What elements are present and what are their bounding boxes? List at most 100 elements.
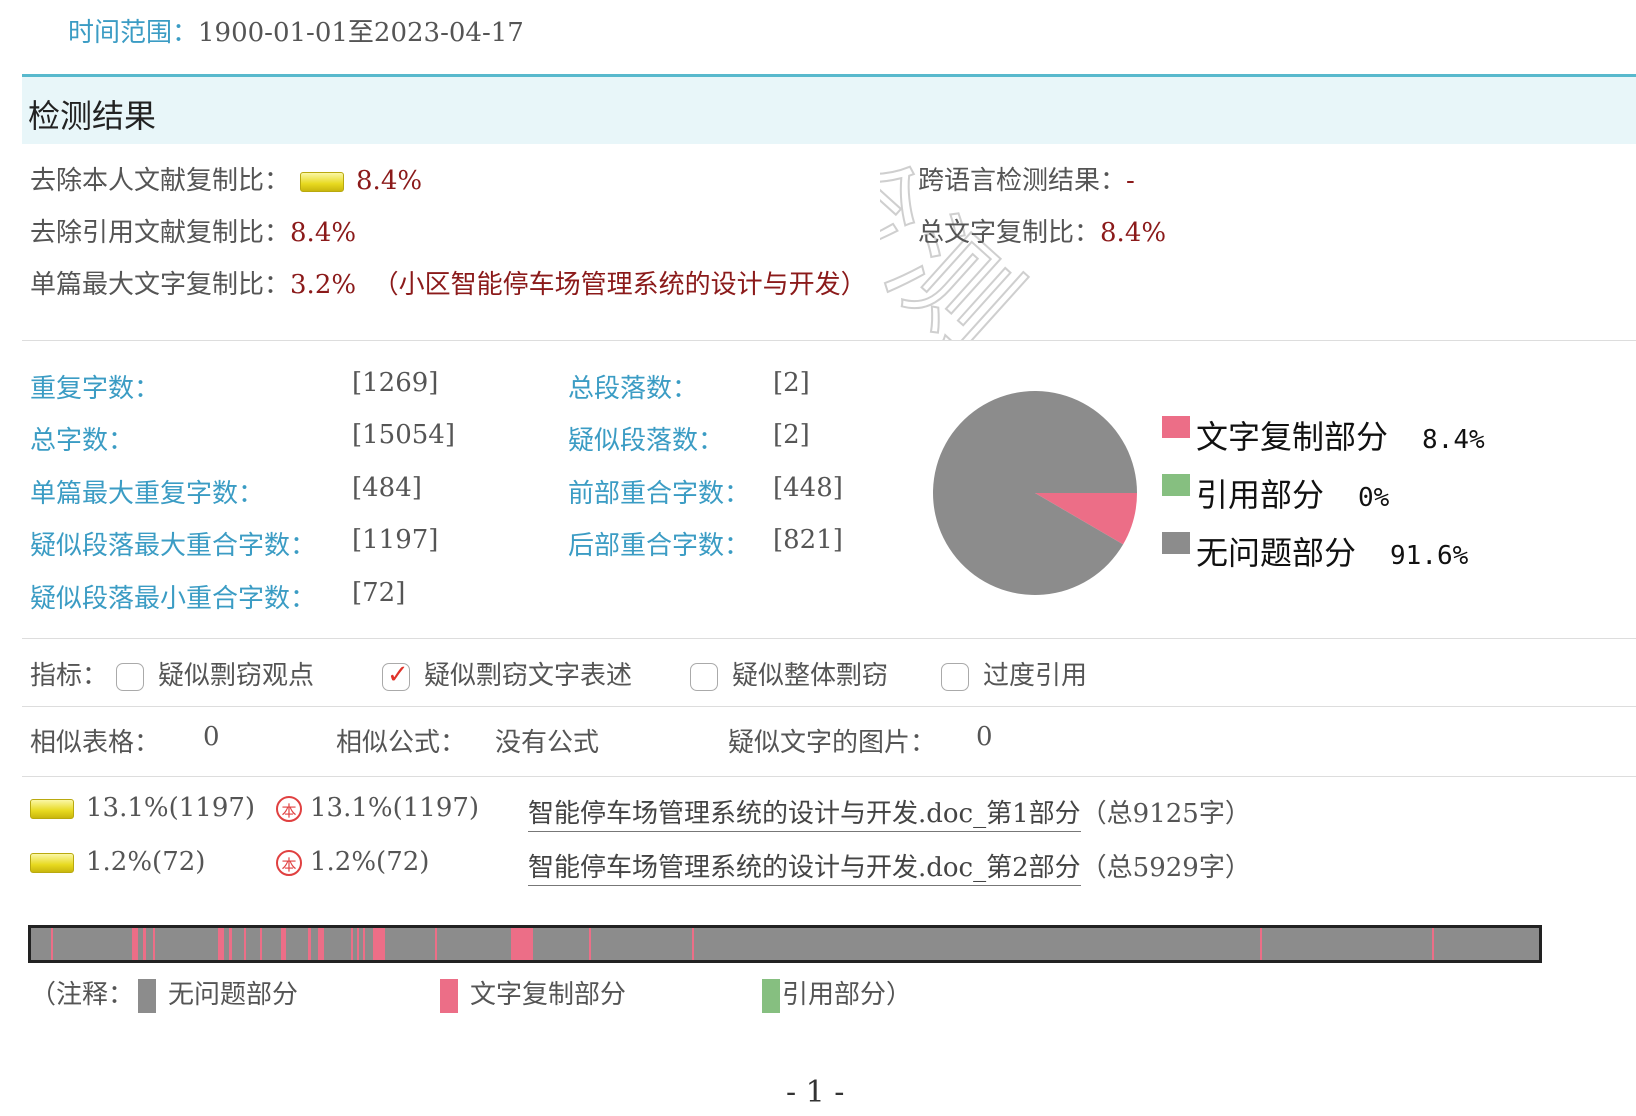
copy-segment [260, 928, 263, 960]
legend-swatch-none-icon [138, 979, 157, 1013]
legend-swatch-ref [1162, 474, 1190, 496]
indicator-overcite-label: 过度引用 [983, 661, 1088, 691]
indicator-viewpoint[interactable]: 疑似剽窃观点 [116, 655, 314, 692]
indicator-whole-label: 疑似整体剽窃 [732, 661, 889, 691]
front-overlap-label: 前部重合字数： [568, 479, 751, 509]
similar-images-value: 0 [976, 722, 993, 752]
checkbox-whole[interactable] [690, 663, 718, 691]
total-chars-label: 总字数： [30, 426, 135, 456]
legend-swatch-copy [1162, 416, 1190, 438]
para-max-overlap-value: [1197] [352, 525, 439, 555]
results-header: 检测结果 [22, 74, 1636, 144]
doc-row-1-ratio2: 本 13.1%(1197) [276, 793, 479, 823]
indicators-row: 指标： [30, 655, 108, 692]
copy-segment [243, 928, 246, 960]
copy-segment [217, 928, 225, 960]
copy-segment [142, 928, 146, 960]
indicator-viewpoint-label: 疑似剽窃观点 [158, 661, 315, 691]
copy-segment [308, 928, 311, 960]
para-min-overlap-value: [72] [352, 578, 406, 608]
susp-paras-value: [2] [773, 420, 810, 450]
single-max-value: 3.2% [290, 270, 357, 300]
doc-2-link[interactable]: 智能停车场管理系统的设计与开发.doc_第2部分 [528, 853, 1081, 886]
ref-removed-label: 去除引用文献复制比： [30, 218, 291, 248]
pie-legend-copy: 文字复制部分 8.4% [1162, 412, 1485, 458]
legend-copy-label: 文字复制部分 [470, 980, 627, 1010]
pie-legend-ref-label: 引用部分 [1196, 476, 1325, 514]
similar-formulas-value: 没有公式 [495, 728, 600, 758]
single-max-row: 单篇最大文字复制比：3.2% （小区智能停车场管理系统的设计与开发） [30, 264, 867, 301]
doc-row-1-title: 智能停车场管理系统的设计与开发.doc_第1部分（总9125字） [528, 793, 1251, 832]
back-overlap-label: 后部重合字数： [568, 531, 751, 561]
pie-legend-ref: 引用部分 0% [1162, 470, 1389, 516]
legend-prefix: （注释： [30, 980, 135, 1010]
front-overlap-value: [448] [773, 473, 843, 503]
single-max-source: （小区智能停车场管理系统的设计与开发） [372, 270, 867, 300]
total-paras-value: [2] [773, 368, 810, 398]
susp-paras-label: 疑似段落数： [568, 426, 725, 456]
yellow-bar-icon [30, 799, 74, 819]
self-removed-value: 8.4% [356, 166, 423, 196]
time-range: 时间范围：1900-01-01至2023-04-17 [68, 12, 524, 49]
doc-1-total: （总9125字） [1080, 799, 1251, 829]
single-max-dup-value: [484] [352, 473, 422, 503]
checkbox-text-expression[interactable]: ✓ [382, 660, 410, 691]
indicator-text-expression[interactable]: ✓ 疑似剽窃文字表述 [382, 655, 632, 692]
doc-2-total: （总5929字） [1080, 853, 1251, 883]
total-chars-value: [15054] [352, 420, 455, 450]
ref-removed-value: 8.4% [290, 218, 357, 248]
copy-segment [510, 928, 534, 960]
dup-chars-value: [1269] [352, 368, 439, 398]
yellow-bar-icon [300, 172, 345, 192]
copy-segment [379, 928, 386, 960]
legend-note-copy: 文字复制部分 [430, 974, 626, 1013]
similar-images-label: 疑似文字的图片： [728, 728, 937, 758]
indicator-overcite[interactable]: 过度引用 [941, 655, 1087, 692]
segment-bar [28, 925, 1542, 963]
copy-segment [691, 928, 694, 960]
cross-lang-label: 跨语言检测结果： [918, 166, 1127, 196]
ref-removed-row: 去除引用文献复制比：8.4% [30, 212, 356, 249]
total-paras-label: 总段落数： [568, 374, 699, 404]
checkbox-viewpoint[interactable] [116, 663, 144, 691]
total-copy-row: 总文字复制比：8.4% [918, 212, 1166, 249]
doc-row-2: 1.2%(72) [30, 847, 205, 877]
stamp-icon: 本 [276, 796, 302, 822]
single-max-label: 单篇最大文字复制比： [30, 270, 291, 300]
pie-legend-copy-pct: 8.4% [1422, 425, 1485, 455]
time-range-label: 时间范围： [68, 18, 199, 48]
similar-formulas-label: 相似公式： [336, 728, 467, 758]
total-copy-label: 总文字复制比： [918, 218, 1101, 248]
indicators-label: 指标： [30, 661, 109, 691]
copy-segment [317, 928, 325, 960]
copy-segment [588, 928, 592, 960]
doc-2-ratio2: 1.2%(72) [310, 847, 430, 877]
divider [22, 638, 1636, 639]
results-title: 检测结果 [28, 97, 157, 135]
doc-row-2-title: 智能停车场管理系统的设计与开发.doc_第2部分（总5929字） [528, 847, 1251, 886]
para-min-overlap-label: 疑似段落最小重合字数： [30, 584, 317, 614]
divider [22, 340, 1636, 341]
pie-chart [933, 391, 1137, 595]
copy-segment [362, 928, 365, 960]
similar-tables-label: 相似表格： [30, 728, 161, 758]
doc-1-ratio: 13.1%(1197) [86, 793, 256, 823]
self-removed-label: 去除本人文献复制比： [30, 166, 291, 196]
pie-legend-none: 无问题部分 91.6% [1162, 528, 1468, 574]
time-range-value: 1900-01-01至2023-04-17 [198, 18, 524, 48]
checkbox-overcite[interactable] [941, 663, 969, 691]
total-copy-value: 8.4% [1100, 218, 1167, 248]
legend-note: （注释： 无问题部分 [30, 974, 298, 1013]
check-icon: ✓ [387, 660, 409, 690]
divider [22, 776, 1636, 777]
doc-1-link[interactable]: 智能停车场管理系统的设计与开发.doc_第1部分 [528, 799, 1081, 832]
copy-segment [356, 928, 359, 960]
doc-row-1: 13.1%(1197) [30, 793, 255, 823]
page-number: - 1 - [786, 1075, 845, 1110]
legend-swatch-copy-icon [440, 979, 458, 1013]
divider [22, 706, 1636, 707]
similar-tables-value: 0 [203, 722, 220, 752]
stamp-icon: 本 [276, 850, 302, 876]
indicator-whole[interactable]: 疑似整体剽窃 [690, 655, 888, 692]
cross-lang-row: 跨语言检测结果：- [918, 160, 1135, 197]
